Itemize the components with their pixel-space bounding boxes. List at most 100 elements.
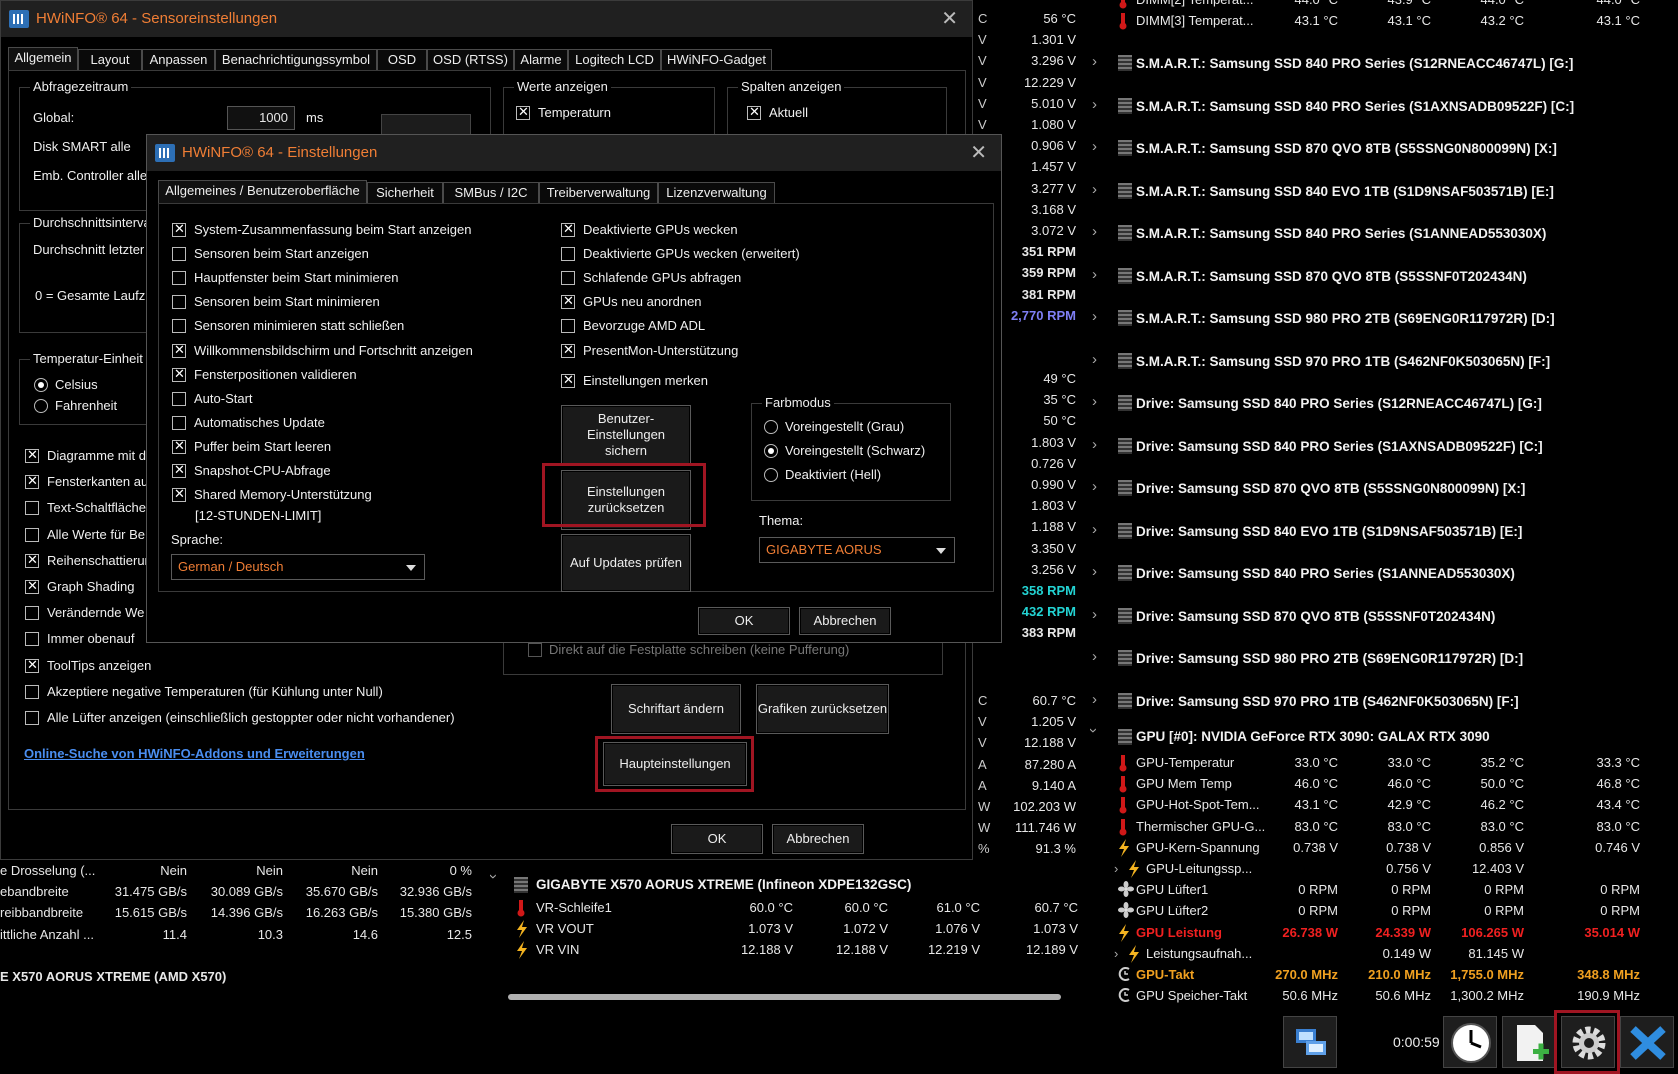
fahrenheit-radio[interactable] xyxy=(34,399,48,413)
color-mode-radio[interactable] xyxy=(764,420,778,434)
option-checkbox[interactable] xyxy=(172,416,186,430)
option-checkbox[interactable] xyxy=(25,659,39,673)
chevron-right-icon[interactable]: › xyxy=(1092,691,1102,701)
device-header[interactable]: ›GIGABYTE X570 AORUS XTREME (Infineon XD… xyxy=(488,872,1054,898)
option-checkbox[interactable] xyxy=(172,344,186,358)
option-checkbox[interactable] xyxy=(561,271,575,285)
tab-lizenzverwaltung[interactable]: Lizenzverwaltung xyxy=(658,182,775,204)
option-checkbox[interactable] xyxy=(25,606,39,620)
temperature-checkbox[interactable] xyxy=(516,106,530,120)
sensor-row[interactable]: ittliche Anzahl ...11.410.314.612.5 xyxy=(0,924,480,945)
sensor-cancel-button[interactable]: Abbrechen xyxy=(772,824,864,854)
settings-titlebar[interactable]: HWiNFO® 64 - Einstellungen ✕ xyxy=(147,135,1001,171)
reset-graphics-button[interactable]: Grafiken zurücksetzen xyxy=(756,684,889,734)
option-checkbox[interactable] xyxy=(561,247,575,261)
option-checkbox[interactable] xyxy=(172,223,186,237)
tab-smbus-i2c[interactable]: SMBus / I2C xyxy=(443,182,539,204)
tab-allgemein[interactable]: Allgemein xyxy=(8,47,78,71)
chevron-right-icon[interactable]: › xyxy=(1092,266,1102,276)
tab-hwinfo-gadget[interactable]: HWiNFO-Gadget xyxy=(661,49,772,71)
sensor-row[interactable]: GPU Lüfter20 RPM0 RPM0 RPM0 RPM xyxy=(1088,900,1654,921)
tab-benachrichtigungssymbol[interactable]: Benachrichtigungssymbol xyxy=(215,49,377,71)
chevron-right-icon[interactable]: › xyxy=(1092,393,1102,403)
sensor-row[interactable]: DIMM[2] Temperat...44.0 °C43.9 °C44.0 °C… xyxy=(1088,0,1654,10)
option-checkbox[interactable] xyxy=(172,488,186,502)
option-checkbox[interactable] xyxy=(25,580,39,594)
device-header[interactable]: ›S.M.A.R.T.: Samsung SSD 980 PRO 2TB (S6… xyxy=(1088,297,1654,340)
chevron-down-icon[interactable]: › xyxy=(1092,728,1102,738)
device-header[interactable]: ›S.M.A.R.T.: Samsung SSD 840 PRO Series … xyxy=(1088,42,1654,85)
device-header[interactable]: ›S.M.A.R.T.: Samsung SSD 870 QVO 8TB (S5… xyxy=(1088,255,1654,298)
chevron-down-icon[interactable]: › xyxy=(492,874,502,884)
save-user-settings-button[interactable]: Benutzer-Einstellungen sichern xyxy=(561,405,691,465)
horizontal-scrollbar[interactable] xyxy=(508,994,1061,1000)
option-checkbox[interactable] xyxy=(172,247,186,261)
report-button[interactable] xyxy=(1502,1016,1556,1068)
current-checkbox[interactable] xyxy=(747,106,761,120)
chevron-right-icon[interactable]: › xyxy=(1092,648,1102,658)
option-checkbox[interactable] xyxy=(25,475,39,489)
option-checkbox[interactable] xyxy=(561,223,575,237)
option-checkbox[interactable] xyxy=(25,528,39,542)
option-checkbox[interactable] xyxy=(25,554,39,568)
chevron-right-icon[interactable]: › xyxy=(1092,351,1102,361)
sensor-row[interactable]: DIMM[3] Temperat...43.1 °C43.1 °C43.2 °C… xyxy=(1088,10,1654,31)
network-button[interactable] xyxy=(1283,1016,1337,1068)
close-button[interactable] xyxy=(1620,1016,1674,1068)
sensor-row[interactable]: GPU Mem Temp46.0 °C46.0 °C50.0 °C46.8 °C xyxy=(1088,773,1654,794)
option-checkbox[interactable] xyxy=(25,449,39,463)
device-header[interactable]: ›Drive: Samsung SSD 840 PRO Series (S1AN… xyxy=(1088,552,1654,595)
sensor-row[interactable]: GPU-Kern-Spannung0.738 V0.738 V0.856 V0.… xyxy=(1088,837,1654,858)
option-checkbox[interactable] xyxy=(172,392,186,406)
option-checkbox[interactable] xyxy=(172,319,186,333)
remember-settings-checkbox[interactable] xyxy=(561,374,575,388)
device-header[interactable]: ›S.M.A.R.T.: Samsung SSD 840 PRO Series … xyxy=(1088,85,1654,128)
clock-button[interactable] xyxy=(1443,1016,1497,1068)
sensor-row[interactable]: GPU-Temperatur33.0 °C33.0 °C35.2 °C33.3 … xyxy=(1088,752,1654,773)
device-header[interactable]: E X570 AORUS XTREME (AMD X570) xyxy=(0,966,226,987)
chevron-right-icon[interactable]: › xyxy=(1092,478,1102,488)
sensor-row[interactable]: e Drosselung (...NeinNeinNein0 % xyxy=(0,860,480,881)
device-header[interactable]: ›Drive: Samsung SSD 840 EVO 1TB (S1D9NSA… xyxy=(1088,510,1654,553)
chevron-right-icon[interactable]: › xyxy=(1092,96,1102,106)
device-header[interactable]: ›Drive: Samsung SSD 980 PRO 2TB (S69ENG0… xyxy=(1088,637,1654,680)
option-checkbox[interactable] xyxy=(25,632,39,646)
option-checkbox[interactable] xyxy=(172,464,186,478)
poll-button[interactable] xyxy=(381,114,471,136)
option-checkbox[interactable] xyxy=(172,295,186,309)
chevron-right-icon[interactable]: › xyxy=(1092,53,1102,63)
sensor-row[interactable]: VR VOUT1.073 V1.072 V1.076 V1.073 V xyxy=(488,918,1078,939)
tab-osd[interactable]: OSD xyxy=(377,49,427,71)
device-header[interactable]: ›Drive: Samsung SSD 870 QVO 8TB (S5SSNG0… xyxy=(1088,467,1654,510)
sensor-row[interactable]: Thermischer GPU-G...83.0 °C83.0 °C83.0 °… xyxy=(1088,816,1654,837)
device-header[interactable]: ›S.M.A.R.T.: Samsung SSD 840 EVO 1TB (S1… xyxy=(1088,170,1654,213)
device-header[interactable]: ›Drive: Samsung SSD 870 QVO 8TB (S5SSNF0… xyxy=(1088,595,1654,638)
global-interval-input[interactable]: 1000 xyxy=(227,106,295,130)
chevron-right-icon[interactable]: › xyxy=(1092,223,1102,233)
language-select[interactable]: German / Deutsch xyxy=(171,554,425,580)
option-checkbox[interactable] xyxy=(561,344,575,358)
device-header[interactable]: ›S.M.A.R.T.: Samsung SSD 840 PRO Series … xyxy=(1088,212,1654,255)
chevron-right-icon[interactable]: › xyxy=(1092,563,1102,573)
option-checkbox[interactable] xyxy=(25,711,39,725)
check-updates-button[interactable]: Auf Updates prüfen xyxy=(561,534,691,592)
sensor-settings-titlebar[interactable]: HWiNFO® 64 - Sensoreinstellungen ✕ xyxy=(1,1,972,37)
chevron-right-icon[interactable]: › xyxy=(1092,308,1102,318)
chevron-right-icon[interactable]: › xyxy=(1092,436,1102,446)
settings-ok-button[interactable]: OK xyxy=(698,607,790,635)
expand-chevron-icon[interactable]: › xyxy=(1114,858,1118,879)
celsius-radio[interactable] xyxy=(34,378,48,392)
sensor-row[interactable]: ›GPU-Leitungssp...0.756 V12.403 V xyxy=(1088,858,1654,879)
chevron-right-icon[interactable]: › xyxy=(1092,606,1102,616)
device-header[interactable]: ›S.M.A.R.T.: Samsung SSD 970 PRO 1TB (S4… xyxy=(1088,340,1654,383)
option-checkbox[interactable] xyxy=(172,271,186,285)
device-header[interactable]: ›Drive: Samsung SSD 970 PRO 1TB (S462NF0… xyxy=(1088,680,1654,723)
close-icon[interactable]: ✕ xyxy=(941,1,958,37)
sensor-row[interactable]: VR-Schleife160.0 °C60.0 °C61.0 °C60.7 °C xyxy=(488,897,1078,918)
chevron-right-icon[interactable]: › xyxy=(1092,181,1102,191)
sensor-row[interactable]: GPU Speicher-Takt50.6 MHz50.6 MHz1,300.2… xyxy=(1088,985,1654,1006)
addons-link[interactable]: Online-Suche von HWiNFO-Addons und Erwei… xyxy=(24,746,365,761)
gpu-header[interactable]: ›GPU [#0]: NVIDIA GeForce RTX 3090: GALA… xyxy=(1088,722,1654,752)
change-font-button[interactable]: Schriftart ändern xyxy=(611,684,741,734)
option-checkbox[interactable] xyxy=(25,501,39,515)
